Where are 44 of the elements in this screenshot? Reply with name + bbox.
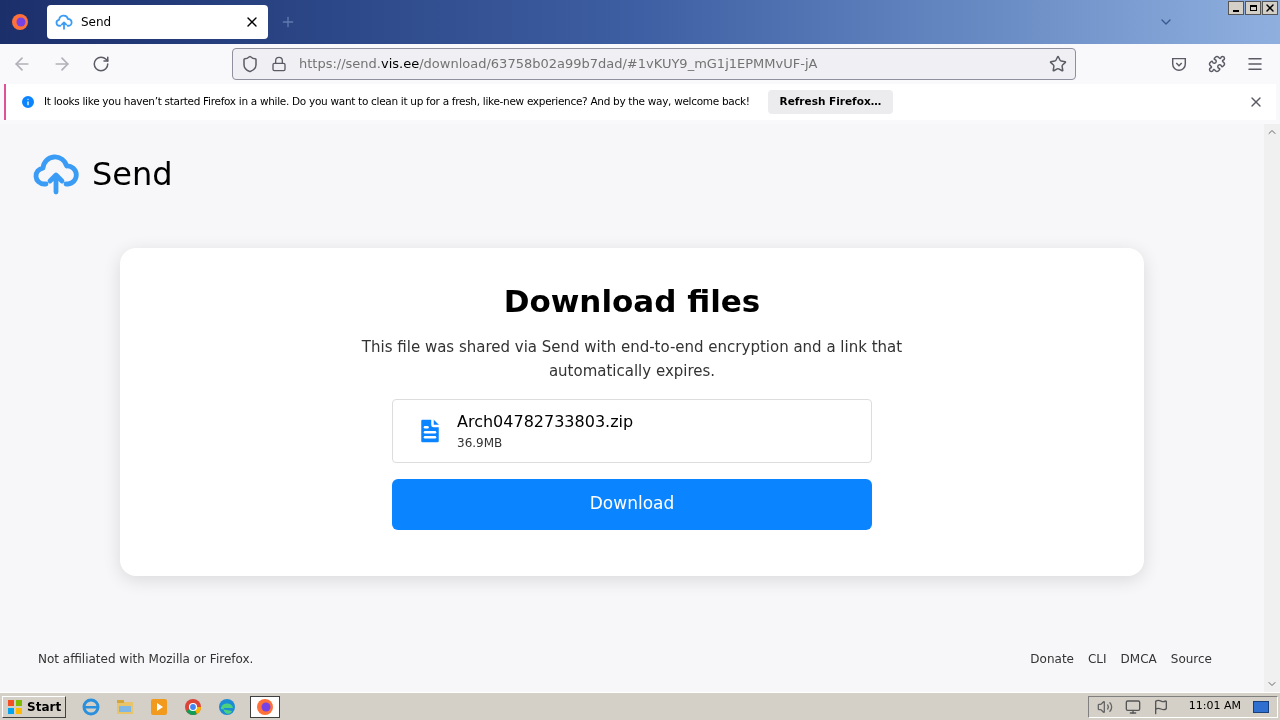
tab-title: Send — [81, 14, 113, 31]
flag-icon[interactable] — [1152, 698, 1169, 715]
footer-link[interactable]: Donate — [1030, 650, 1074, 668]
desktop-icon[interactable] — [1253, 700, 1269, 713]
refresh-firefox-button[interactable]: Refresh Firefox… — [767, 90, 894, 114]
logo-text: Send — [92, 154, 173, 195]
address-bar[interactable]: https://send.vis.ee/download/63758b02a99b7dad/#1vKUY9_mG1j1EPMMvUF-jA — [232, 48, 1076, 80]
cloud-upload-icon — [55, 13, 73, 31]
chrome-icon — [183, 696, 204, 717]
footer-link[interactable]: Source — [1170, 650, 1212, 668]
pocket-icon[interactable] — [1170, 55, 1188, 73]
browser-tab[interactable]: Send — [47, 5, 268, 39]
restore-button[interactable] — [1245, 1, 1261, 15]
file-name: Arch04782733803.zip — [457, 410, 634, 433]
close-button[interactable] — [1262, 1, 1278, 15]
minimize-button[interactable] — [1228, 1, 1244, 15]
play-icon — [149, 696, 170, 717]
speaker-icon[interactable] — [1096, 698, 1113, 715]
network-icon[interactable] — [1124, 698, 1141, 715]
edge-icon — [217, 696, 238, 717]
browser-e-icon — [81, 696, 102, 717]
footer-note: Not affiliated with Mozilla or Firefox. — [38, 651, 254, 668]
reload-icon[interactable] — [92, 55, 110, 73]
menu-icon[interactable] — [1246, 55, 1264, 73]
lock-icon[interactable] — [271, 56, 287, 72]
windows-logo-icon — [7, 698, 23, 715]
clock: 11:01 AM — [1188, 698, 1241, 715]
star-icon[interactable] — [1049, 55, 1067, 73]
page-heading: Download files — [503, 282, 761, 321]
close-icon — [1264, 2, 1276, 14]
url-text: https://send.vis.ee/download/63758b02a99b7dad/#1vKUY9_mG1j1EPMMvUF-jA — [299, 55, 819, 74]
info-icon — [20, 94, 36, 110]
footer-link[interactable]: CLI — [1088, 650, 1107, 668]
download-button[interactable]: Download — [392, 478, 872, 530]
firefox-icon — [255, 696, 276, 717]
firefox-icon[interactable] — [10, 12, 30, 32]
notification-message: It looks like you haven’t started Firefox in a while. Do you want to clean it up for a fresh, like-new experience? And by the way, welcome back! — [44, 94, 750, 110]
extensions-icon[interactable] — [1208, 55, 1226, 73]
description-text: This file was shared via Send with end-to-end encryption and a link that automatically expires. — [360, 336, 904, 382]
file-size: 36.9MB — [457, 434, 504, 452]
shield-icon[interactable] — [241, 55, 259, 73]
taskbar-app[interactable] — [250, 695, 281, 718]
start-button[interactable]: Start — [2, 695, 67, 718]
footer-link[interactable]: DMCA — [1120, 650, 1157, 668]
